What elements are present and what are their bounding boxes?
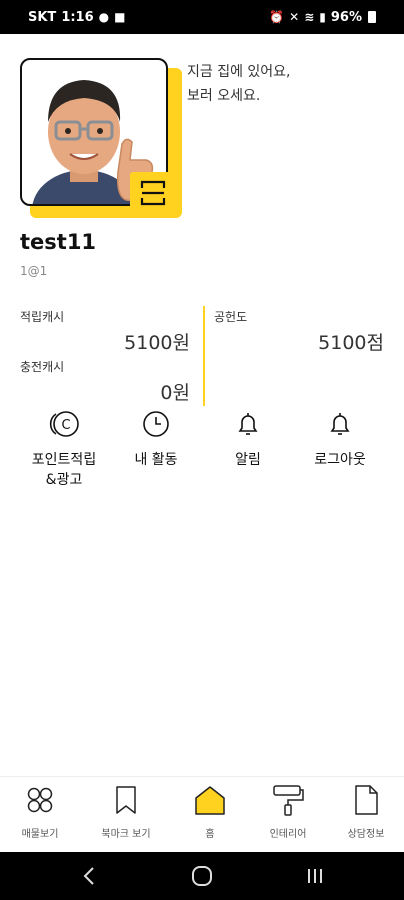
notifications-label: 알림 (235, 452, 261, 468)
charged-cash-value: 0원 (160, 382, 190, 404)
status-bar: SKT 1:16 ● ■ ⏰ ✕ ≋ ▮ 96% (0, 0, 404, 34)
nav-home-label: 홈 (205, 829, 215, 840)
recent-apps-icon[interactable] (300, 864, 330, 888)
status-right: ⏰ ✕ ≋ ▮ 96% (269, 10, 376, 25)
nav-consultation-label: 상담정보 (347, 829, 385, 840)
mute-icon: ✕ (289, 10, 300, 24)
wifi-icon: ≋ (304, 10, 315, 24)
action-row: C 포인트적립 &광고 내 활동 알림 로그아웃 (0, 408, 404, 498)
bell-icon (330, 413, 350, 435)
signal-icon: ▮ (319, 10, 326, 24)
nav-listings[interactable]: 매물보기 (0, 783, 80, 840)
charged-cash-label: 충전캐시 (20, 360, 65, 374)
coin-icon: C (49, 411, 79, 437)
nav-listings-label: 매물보기 (21, 829, 59, 840)
carrier-label: SKT (28, 9, 57, 25)
my-activity-label: 내 활동 (134, 452, 178, 468)
user-id: 1@1 (20, 264, 48, 278)
svg-text:C: C (61, 418, 70, 433)
home-icon (195, 786, 225, 815)
username: test11 (20, 230, 97, 254)
earned-cash-label: 적립캐시 (20, 310, 65, 324)
alarm-icon: ⏰ (269, 10, 285, 24)
paint-roller-icon (273, 785, 304, 816)
status-left: SKT 1:16 ● ■ (28, 10, 125, 25)
contribution-value: 5100점 (318, 332, 384, 354)
back-icon[interactable] (74, 864, 104, 888)
chat-notification-icon: ● (98, 10, 110, 24)
clock-icon (143, 411, 169, 437)
clock-time: 1:16 (61, 9, 94, 25)
nav-consultation[interactable]: 상담정보 (326, 783, 404, 840)
nav-interior[interactable]: 인테리어 (248, 783, 328, 840)
battery-percent: 96% (330, 9, 362, 25)
nav-interior-label: 인테리어 (269, 829, 307, 840)
earned-cash-value: 5100원 (124, 332, 190, 354)
points-ads-button[interactable]: C 포인트적립 &광고 (14, 408, 114, 490)
battery-icon (368, 11, 376, 23)
bell-icon (238, 413, 258, 435)
bottom-nav: 매물보기 북마크 보기 홈 인테리어 상담정보 (0, 776, 404, 852)
nav-bookmarks-label: 북마크 보기 (101, 829, 151, 840)
points-ads-label: 포인트적립 &광고 (31, 452, 97, 488)
bookmark-icon (116, 786, 136, 814)
grid-icon (27, 787, 53, 813)
nav-home[interactable]: 홈 (170, 783, 250, 840)
status-message: 지금 집에 있어요, 보러 오세요. (187, 64, 291, 104)
my-activity-button[interactable]: 내 활동 (106, 408, 206, 470)
stats-panel: 적립캐시 5100원 충전캐시 0원 공헌도 5100점 (0, 306, 404, 406)
system-nav-bar (0, 852, 404, 900)
stats-divider (203, 306, 205, 406)
notifications-button[interactable]: 알림 (198, 408, 298, 470)
document-icon (355, 785, 378, 815)
app-notification-icon: ■ (114, 10, 126, 24)
logout-button[interactable]: 로그아웃 (290, 408, 390, 470)
logout-label: 로그아웃 (314, 452, 366, 468)
contribution-label: 공헌도 (214, 310, 248, 324)
nav-bookmarks[interactable]: 북마크 보기 (86, 783, 166, 840)
home-circle-icon[interactable] (187, 864, 217, 888)
scan-icon[interactable] (130, 172, 176, 214)
